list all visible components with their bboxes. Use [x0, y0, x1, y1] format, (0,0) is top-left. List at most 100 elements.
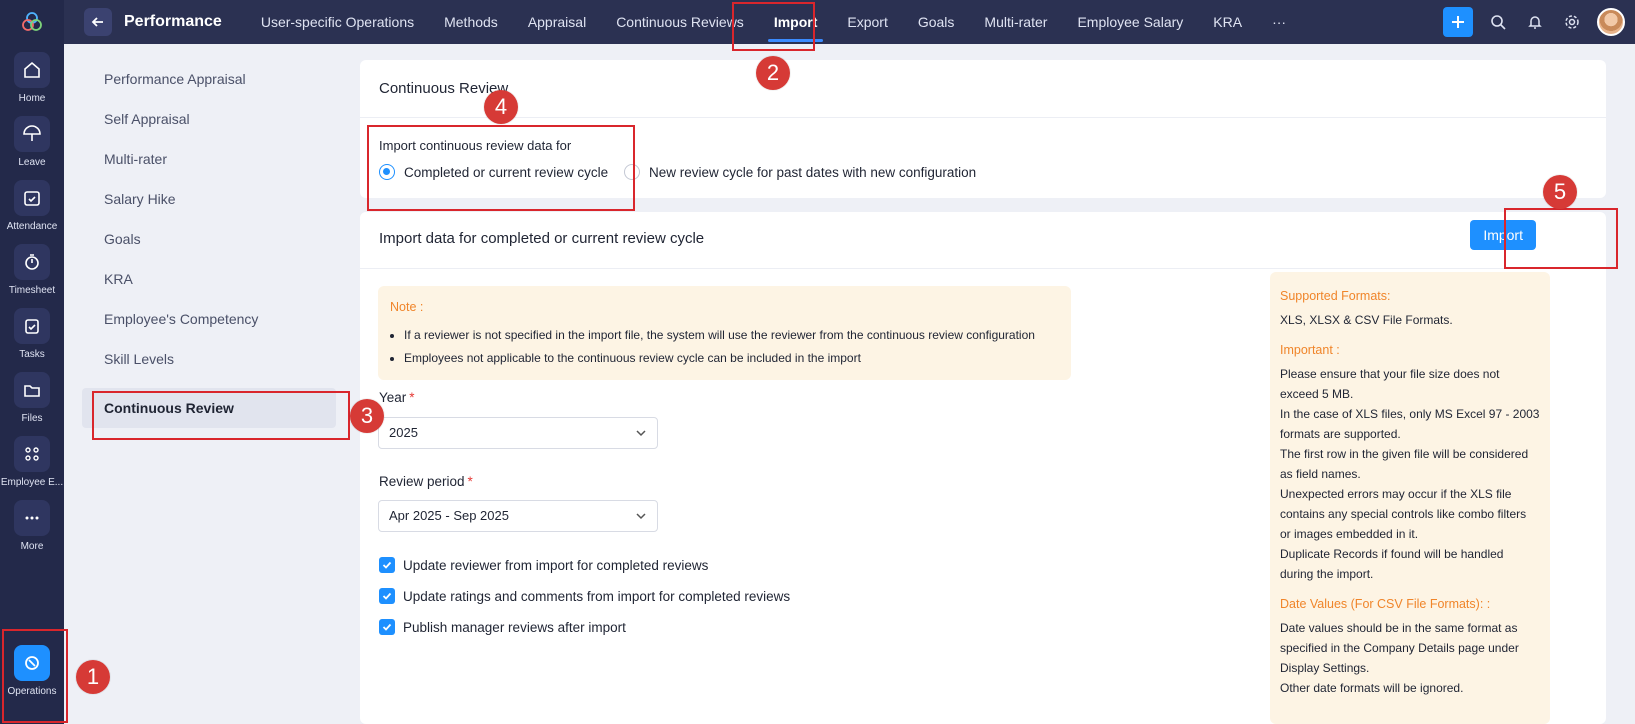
note-title: Note : [390, 300, 424, 314]
rail-label: More [20, 541, 44, 552]
tab-goals[interactable]: Goals [903, 0, 970, 44]
folder-icon [14, 372, 50, 408]
tab-export[interactable]: Export [832, 0, 902, 44]
sidebar-item-employee-competency[interactable]: Employee's Competency [82, 299, 336, 339]
checkbox-label: Update ratings and comments from import … [403, 588, 791, 604]
annotation-highlight-continuous-review [92, 391, 350, 440]
list-item: If a reviewer is not specified in the im… [404, 324, 1035, 347]
annotation-badge: 3 [350, 399, 384, 433]
calendar-check-icon [14, 180, 50, 216]
rail-label: Attendance [6, 221, 58, 232]
annotation-badge: 2 [756, 56, 790, 90]
checkbox-publish-manager-reviews[interactable]: Publish manager reviews after import [379, 619, 626, 635]
supported-formats-text: XLS, XLSX & CSV File Formats. [1280, 313, 1453, 327]
rail-item-files[interactable]: Files [0, 372, 64, 436]
arrow-left-icon [91, 17, 103, 27]
review-period-value: Apr 2025 - Sep 2025 [389, 508, 509, 523]
year-select[interactable]: 2025 [378, 417, 658, 449]
checkbox-update-ratings[interactable]: Update ratings and comments from import … [379, 588, 790, 604]
date-line: Other date formats will be ignored. [1280, 681, 1464, 695]
more-dots-icon [14, 500, 50, 536]
tab-appraisal[interactable]: Appraisal [513, 0, 601, 44]
date-line: Date values should be in the same format… [1280, 621, 1519, 675]
bell-icon[interactable] [1523, 10, 1547, 34]
import-data-card: Import data for completed or current rev… [360, 212, 1606, 724]
engagement-icon [14, 436, 50, 472]
add-button[interactable] [1443, 7, 1473, 37]
annotation-badge: 1 [76, 660, 110, 694]
rail-item-timesheet[interactable]: Timesheet [0, 244, 64, 308]
review-period-label-text: Review period [379, 474, 465, 489]
gear-icon[interactable] [1560, 10, 1584, 34]
rail-item-attendance[interactable]: Attendance [0, 180, 64, 244]
sidebar-item-kra[interactable]: KRA [82, 259, 336, 299]
tab-methods[interactable]: Methods [429, 0, 513, 44]
note-box: Note : If a reviewer is not specified in… [378, 286, 1071, 380]
checkbox-label: Update reviewer from import for complete… [403, 557, 709, 573]
sidebar-item-self-appraisal[interactable]: Self Appraisal [82, 99, 336, 139]
rail-label: Home [18, 93, 46, 104]
sidebar-item-skill-levels[interactable]: Skill Levels [82, 339, 336, 379]
umbrella-icon [14, 116, 50, 152]
rail-item-tasks[interactable]: Tasks [0, 308, 64, 372]
review-period-label: Review period * [379, 474, 473, 489]
annotation-highlight-operations [2, 629, 68, 723]
search-icon[interactable] [1486, 10, 1510, 34]
annotation-badge: 5 [1543, 175, 1577, 209]
tab-user-specific-operations[interactable]: User-specific Operations [246, 0, 429, 44]
plus-icon [1452, 16, 1464, 28]
important-line: Duplicate Records if found will be handl… [1280, 547, 1504, 581]
review-period-select[interactable]: Apr 2025 - Sep 2025 [378, 500, 658, 532]
tab-more-menu[interactable]: ··· [1257, 0, 1301, 44]
chevron-down-icon [636, 430, 646, 437]
tab-employee-salary[interactable]: Employee Salary [1062, 0, 1198, 44]
note-list: If a reviewer is not specified in the im… [404, 324, 1035, 370]
list-item: Employees not applicable to the continuo… [404, 347, 1035, 370]
annotation-highlight-import-tab [732, 2, 815, 51]
year-label-text: Year [379, 390, 407, 405]
rail-item-leave[interactable]: Leave [0, 116, 64, 180]
year-value: 2025 [389, 425, 418, 440]
checkbox-label: Publish manager reviews after import [403, 619, 626, 635]
settings-sidebar: Performance Appraisal Self Appraisal Mul… [64, 44, 346, 724]
import-info-panel: Supported Formats: XLS, XLSX & CSV File … [1270, 272, 1550, 724]
date-values-title: Date Values (For CSV File Formats): : [1280, 597, 1491, 611]
rail-label: Files [21, 413, 43, 424]
divider [360, 117, 1606, 118]
back-button[interactable] [84, 8, 112, 36]
app-logo-icon [22, 12, 42, 31]
checkbox-checked-icon[interactable] [379, 588, 395, 604]
year-label: Year * [379, 390, 415, 405]
checkbox-checked-icon[interactable] [379, 619, 395, 635]
avatar[interactable] [1597, 8, 1625, 36]
sidebar-item-salary-hike[interactable]: Salary Hike [82, 179, 336, 219]
important-line: Please ensure that your file size does n… [1280, 367, 1500, 401]
rail-label: Employee E... [0, 477, 64, 488]
rail-item-more[interactable]: More [0, 500, 64, 564]
section-title: Import data for completed or current rev… [379, 230, 705, 247]
radio-label: New review cycle for past dates with new… [649, 164, 977, 180]
rail-item-home[interactable]: Home [0, 52, 64, 116]
timer-icon [14, 244, 50, 280]
annotation-highlight-import-option [367, 125, 635, 211]
sidebar-item-goals[interactable]: Goals [82, 219, 336, 259]
important-line: In the case of XLS files, only MS Excel … [1280, 407, 1540, 441]
important-line: The first row in the given file will be … [1280, 447, 1529, 481]
top-actions [1443, 7, 1625, 37]
top-nav-bar: Performance User-specific Operations Met… [64, 0, 1635, 44]
rail-label: Leave [18, 157, 46, 168]
tab-multi-rater[interactable]: Multi-rater [969, 0, 1062, 44]
supported-formats-title: Supported Formats: [1280, 289, 1391, 303]
important-title: Important : [1280, 343, 1340, 357]
rail-label: Timesheet [8, 285, 56, 296]
important-line: Unexpected errors may occur if the XLS f… [1280, 487, 1527, 541]
checkbox-checked-icon[interactable] [379, 557, 395, 573]
rail-item-employee-engagement[interactable]: Employee E... [0, 436, 64, 500]
sidebar-item-multi-rater[interactable]: Multi-rater [82, 139, 336, 179]
checkbox-update-reviewer[interactable]: Update reviewer from import for complete… [379, 557, 708, 573]
required-mark: * [467, 474, 473, 489]
radio-new-cycle[interactable]: New review cycle for past dates with new… [624, 164, 976, 180]
sidebar-item-performance-appraisal[interactable]: Performance Appraisal [82, 59, 336, 99]
tab-kra[interactable]: KRA [1198, 0, 1257, 44]
annotation-highlight-import-button [1504, 208, 1618, 269]
